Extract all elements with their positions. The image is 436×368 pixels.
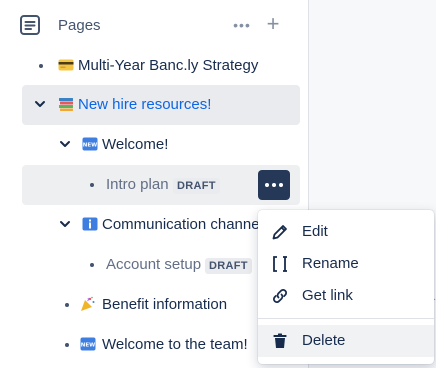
tree-item-label: Welcome! <box>102 136 169 153</box>
info-emoji <box>82 217 98 231</box>
menu-divider <box>258 318 434 319</box>
bullet-icon <box>90 183 94 187</box>
books-emoji <box>59 98 73 111</box>
credit-card-emoji <box>58 59 74 71</box>
menu-item-label: Rename <box>302 255 359 272</box>
pages-icon <box>20 15 40 35</box>
menu-item-get-link[interactable]: Get link <box>258 280 434 312</box>
pencil-icon <box>272 225 287 240</box>
more-actions-button[interactable] <box>258 170 290 200</box>
tree-item-label: Communication channe <box>102 216 260 233</box>
tree-item-label: Intro plan <box>106 176 169 193</box>
bullet-icon <box>65 303 69 307</box>
new-badge-emoji: NEW <box>82 137 98 151</box>
pages-section-title: Pages <box>58 17 101 34</box>
bullet-icon <box>65 343 69 347</box>
trash-icon <box>273 333 287 348</box>
link-icon <box>273 289 287 303</box>
menu-item-delete[interactable]: Delete <box>258 325 434 357</box>
party-popper-emoji <box>81 296 95 311</box>
menu-item-label: Delete <box>302 332 346 349</box>
context-menu: Edit Rename Get link Delete <box>258 210 434 364</box>
chevron-down-icon[interactable] <box>59 218 71 230</box>
menu-item-rename[interactable]: Rename <box>258 248 434 280</box>
plus-icon[interactable]: + <box>262 13 284 35</box>
bullet-icon <box>90 263 94 267</box>
tree-item-label: Benefit information <box>102 296 228 313</box>
tree-item-multi-year-strategy[interactable]: Multi-Year Banc.ly Strategy <box>22 46 300 86</box>
new-badge-emoji: NEW <box>80 337 96 351</box>
tree-item-label: Multi-Year Banc.ly Strategy <box>78 57 259 74</box>
more-horizontal-icon[interactable]: ••• <box>231 15 253 35</box>
chevron-down-icon[interactable] <box>59 138 71 150</box>
draft-badge: DRAFT <box>173 178 220 194</box>
tree-item-label: Welcome to the team! <box>102 336 248 353</box>
chevron-down-icon[interactable] <box>34 98 46 110</box>
svg-text:NEW: NEW <box>83 143 97 149</box>
tree-item-welcome[interactable]: NEW Welcome! <box>22 125 300 165</box>
tree-item-label: New hire resources! <box>78 96 212 113</box>
tree-item-new-hire-resources[interactable]: New hire resources! <box>22 85 300 125</box>
rename-cursor-icon <box>273 256 287 272</box>
draft-badge: DRAFT <box>205 258 252 274</box>
svg-text:NEW: NEW <box>81 343 95 349</box>
pages-header: Pages ••• + <box>0 8 309 42</box>
tree-item-label: Account setup <box>106 256 202 273</box>
menu-item-label: Edit <box>302 223 328 240</box>
menu-item-edit[interactable]: Edit <box>258 216 434 248</box>
menu-item-label: Get link <box>302 287 353 304</box>
bullet-icon <box>39 64 43 68</box>
